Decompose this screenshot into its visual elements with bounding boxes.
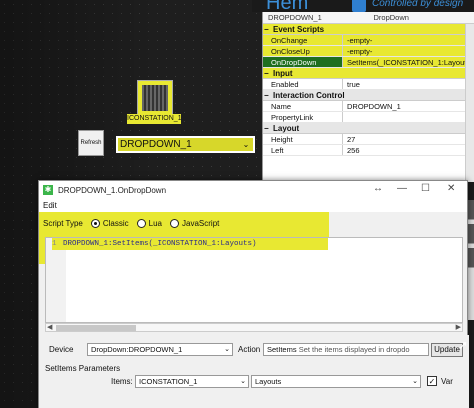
editor-gutter bbox=[46, 238, 66, 322]
radio-icon[interactable] bbox=[170, 219, 180, 228]
radio-classic[interactable]: Classic bbox=[90, 219, 129, 228]
refresh-button[interactable]: Refresh bbox=[78, 130, 104, 156]
radio-lua[interactable]: Lua bbox=[136, 219, 163, 228]
prop-key: PropertyLink bbox=[263, 112, 343, 122]
code-text[interactable]: DROPDOWN_1:SetItems(_ICONSTATION_1:Layou… bbox=[63, 240, 257, 248]
action-select-value: SetItems bbox=[267, 345, 297, 354]
radio-icon[interactable] bbox=[136, 219, 146, 228]
maximize-icon[interactable]: ☐ bbox=[421, 183, 430, 194]
prop-row-propertylink[interactable]: PropertyLink bbox=[263, 112, 474, 123]
properties-panel: DROPDOWN_1 DropDown − Event Scripts OnCha… bbox=[262, 12, 474, 182]
code-line[interactable]: 1 DROPDOWN_1:SetItems(_ICONSTATION_1:Lay… bbox=[52, 238, 328, 250]
brand-logo-icon bbox=[352, 0, 366, 12]
dropdown-widget[interactable]: DROPDOWN_1 ⌄ bbox=[116, 136, 255, 153]
action-hint: Set the items displayed in dropdo bbox=[298, 345, 410, 354]
prop-value[interactable]: -empty- bbox=[343, 35, 474, 45]
editor-horizontal-scrollbar[interactable]: ◀ ▶ bbox=[45, 323, 463, 332]
prop-row-height[interactable]: Height 27 bbox=[263, 134, 474, 145]
move-icon[interactable]: ↔ bbox=[373, 183, 383, 194]
properties-header: DROPDOWN_1 DropDown bbox=[263, 12, 474, 24]
section-layout[interactable]: − Layout bbox=[263, 123, 474, 134]
collapse-icon[interactable]: − bbox=[264, 123, 269, 134]
close-icon[interactable]: ✕ bbox=[447, 183, 455, 194]
chevron-down-icon[interactable]: ⌄ bbox=[240, 376, 246, 387]
script-type-label: Script Type bbox=[43, 219, 83, 228]
properties-scrollbar[interactable] bbox=[465, 24, 474, 182]
minimize-icon[interactable]: — bbox=[397, 183, 407, 194]
action-label: Action bbox=[238, 345, 261, 354]
prop-key: OnCloseUp bbox=[263, 46, 343, 56]
prop-key: Enabled bbox=[263, 79, 343, 89]
items-property-value: Layouts bbox=[255, 377, 282, 386]
prop-value[interactable] bbox=[343, 112, 474, 122]
prop-row-enabled[interactable]: Enabled true bbox=[263, 79, 474, 90]
brand-subtitle: Controlled by design bbox=[372, 0, 464, 9]
prop-key: OnDropDown bbox=[263, 57, 343, 67]
dropdown-widget-text: DROPDOWN_1 bbox=[120, 139, 192, 150]
iconstation-label: ICONSTATION_1 bbox=[127, 114, 182, 124]
prop-row-left[interactable]: Left 256 bbox=[263, 145, 474, 156]
properties-object-name: DROPDOWN_1 bbox=[268, 13, 322, 22]
menu-edit[interactable]: Edit bbox=[39, 199, 467, 212]
iconstation-image-icon bbox=[142, 85, 168, 111]
var-checkbox[interactable]: ✓ bbox=[427, 376, 437, 386]
prop-value[interactable]: SetItems(_ICONSTATION_1:Layouts) bbox=[343, 57, 474, 67]
prop-key: Name bbox=[263, 101, 343, 111]
device-select[interactable]: DropDown:DROPDOWN_1 ⌄ bbox=[87, 343, 233, 356]
items-device-select[interactable]: ICONSTATION_1 ⌄ bbox=[135, 375, 249, 388]
chevron-down-icon[interactable]: ⌄ bbox=[412, 376, 418, 387]
items-property-select[interactable]: Layouts ⌄ bbox=[251, 375, 421, 388]
app-icon: ✱ bbox=[43, 185, 53, 195]
prop-value[interactable]: DROPDOWN_1 bbox=[343, 101, 474, 111]
line-number: 1 bbox=[52, 240, 57, 248]
scroll-right-icon[interactable]: ▶ bbox=[456, 323, 461, 331]
action-select[interactable]: SetItems Set the items displayed in drop… bbox=[263, 343, 429, 356]
prop-key: OnChange bbox=[263, 35, 343, 45]
prop-value[interactable]: 256 bbox=[343, 145, 474, 155]
radio-label: Lua bbox=[148, 219, 163, 228]
action-builder: Device DropDown:DROPDOWN_1 ⌄ Action SetI… bbox=[39, 335, 469, 408]
code-editor[interactable]: 1 DROPDOWN_1:SetItems(_ICONSTATION_1:Lay… bbox=[45, 237, 463, 323]
collapse-icon[interactable]: − bbox=[264, 24, 269, 35]
prop-row-oncloseup[interactable]: OnCloseUp -empty- bbox=[263, 46, 474, 57]
prop-key: Left bbox=[263, 145, 343, 155]
prop-value[interactable]: -empty- bbox=[343, 46, 474, 56]
radio-label: Classic bbox=[102, 219, 129, 228]
var-label: Var bbox=[441, 377, 453, 386]
scroll-left-icon[interactable]: ◀ bbox=[47, 323, 52, 331]
collapse-icon[interactable]: − bbox=[264, 68, 269, 79]
prop-key: Height bbox=[263, 134, 343, 144]
radio-selected-icon[interactable] bbox=[90, 219, 100, 228]
mouse-cursor-icon: ➚ bbox=[458, 338, 469, 352]
parameters-label: SetItems Parameters bbox=[45, 364, 121, 373]
dialog-titlebar[interactable]: ✱ DROPDOWN_1.OnDropDown ↔ — ☐ ✕ bbox=[39, 181, 467, 199]
script-type-group: Script Type Classic Lua JavaScript bbox=[43, 219, 219, 228]
collapse-icon[interactable]: − bbox=[264, 90, 269, 101]
scroll-thumb[interactable] bbox=[56, 325, 136, 331]
script-editor-dialog: ✱ DROPDOWN_1.OnDropDown ↔ — ☐ ✕ Edit Scr… bbox=[38, 180, 469, 408]
brand-title: Hem bbox=[266, 0, 309, 12]
properties-object-type: DropDown bbox=[373, 13, 409, 22]
device-select-value: DropDown:DROPDOWN_1 bbox=[91, 345, 183, 354]
section-input[interactable]: − Input bbox=[263, 68, 474, 79]
prop-row-onchange[interactable]: OnChange -empty- bbox=[263, 35, 474, 46]
prop-row-name[interactable]: Name DROPDOWN_1 bbox=[263, 101, 474, 112]
dialog-title: DROPDOWN_1.OnDropDown bbox=[58, 185, 167, 195]
chevron-down-icon[interactable]: ⌄ bbox=[239, 140, 253, 149]
section-event-scripts[interactable]: − Event Scripts bbox=[263, 24, 474, 35]
iconstation-widget[interactable] bbox=[137, 80, 173, 116]
radio-javascript[interactable]: JavaScript bbox=[170, 219, 219, 228]
prop-value[interactable]: 27 bbox=[343, 134, 474, 144]
device-label: Device bbox=[49, 345, 74, 354]
radio-label: JavaScript bbox=[182, 219, 220, 228]
prop-row-ondropdown[interactable]: OnDropDown SetItems(_ICONSTATION_1:Layou… bbox=[263, 57, 474, 68]
prop-value[interactable]: true bbox=[343, 79, 474, 89]
chevron-down-icon[interactable]: ⌄ bbox=[224, 344, 230, 355]
items-device-value: ICONSTATION_1 bbox=[139, 377, 198, 386]
brand-banner: Hem Controlled by design bbox=[252, 0, 474, 12]
items-label: Items: bbox=[111, 377, 133, 386]
section-interaction-control[interactable]: − Interaction Control bbox=[263, 90, 474, 101]
